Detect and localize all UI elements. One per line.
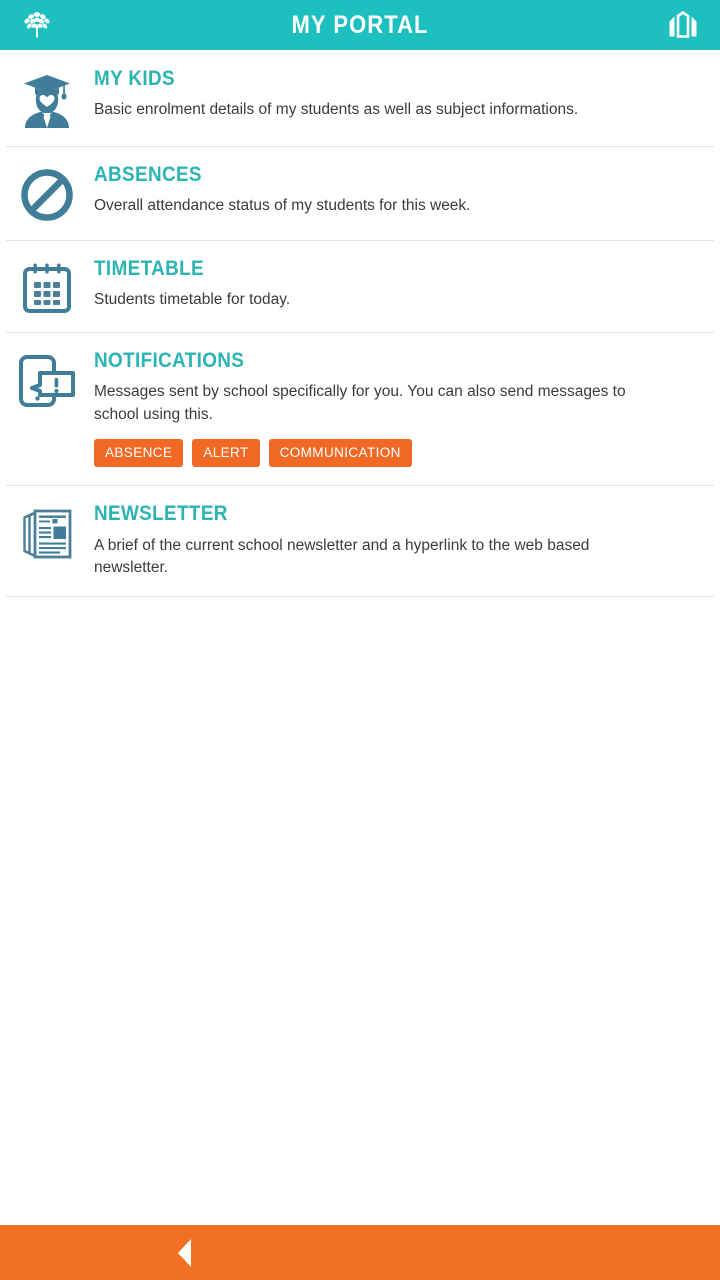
- no-entry-icon: [20, 168, 74, 222]
- calendar-icon: [21, 262, 73, 314]
- menu-item-icon-wrap: [0, 164, 94, 222]
- phone-message-alert-icon: [18, 354, 76, 408]
- menu-item-timetable[interactable]: TIMETABLE Students timetable for today.: [0, 240, 720, 332]
- graduate-student-icon: [21, 72, 73, 128]
- school-building-icon: [667, 10, 699, 40]
- menu-item-body: NEWSLETTER A brief of the current school…: [94, 503, 704, 579]
- menu-item-icon-wrap: [0, 350, 94, 408]
- menu-item-title: NEWSLETTER: [94, 502, 228, 526]
- menu-item-description: Messages sent by school specifically for…: [94, 383, 626, 423]
- back-triangle-icon: [175, 1237, 195, 1269]
- menu-item-absences[interactable]: ABSENCES Overall attendance status of my…: [0, 146, 720, 240]
- tree-icon: [20, 8, 54, 42]
- tag-absence-button[interactable]: ABSENCE: [94, 438, 184, 468]
- school-button[interactable]: [660, 2, 706, 48]
- menu-item-my-kids[interactable]: MY KIDS Basic enrolment details of my st…: [0, 50, 720, 146]
- menu-item-icon-wrap: [0, 503, 94, 561]
- back-button[interactable]: [155, 1225, 215, 1280]
- tag-alert-button[interactable]: ALERT: [192, 438, 260, 468]
- menu-item-icon-wrap: [0, 68, 94, 128]
- menu-item-description: Basic enrolment details of my students a…: [94, 101, 579, 119]
- notification-tag-group: ABSENCE ALERT COMMUNICATION: [94, 438, 634, 468]
- menu-item-newsletter[interactable]: NEWSLETTER A brief of the current school…: [0, 485, 720, 598]
- menu-item-title: ABSENCES: [94, 163, 202, 186]
- menu-item-notifications[interactable]: NOTIFICATIONS Messages sent by school sp…: [0, 332, 720, 486]
- menu-item-title: NOTIFICATIONS: [94, 349, 245, 372]
- menu-item-description: Overall attendance status of my students…: [94, 197, 471, 215]
- tag-communication-button[interactable]: COMMUNICATION: [268, 438, 412, 468]
- menu-item-description: A brief of the current school newsletter…: [94, 536, 590, 576]
- menu-item-icon-wrap: [0, 258, 94, 314]
- menu-item-body: MY KIDS Basic enrolment details of my st…: [94, 67, 704, 122]
- menu-item-title: TIMETABLE: [94, 257, 204, 280]
- menu-item-body: ABSENCES Overall attendance status of my…: [94, 163, 704, 218]
- app-header: MY PORTAL: [0, 0, 720, 50]
- bottom-navigation-bar: [0, 1225, 720, 1280]
- page-title: MY PORTAL: [291, 10, 429, 39]
- menu-list: MY KIDS Basic enrolment details of my st…: [0, 50, 720, 598]
- menu-item-title: MY KIDS: [94, 67, 175, 90]
- menu-item-body: NOTIFICATIONS Messages sent by school sp…: [94, 349, 704, 468]
- menu-item-body: TIMETABLE Students timetable for today.: [94, 257, 704, 312]
- menu-item-description: Students timetable for today.: [94, 291, 291, 309]
- newspaper-icon: [20, 507, 74, 561]
- app-logo[interactable]: [14, 2, 60, 48]
